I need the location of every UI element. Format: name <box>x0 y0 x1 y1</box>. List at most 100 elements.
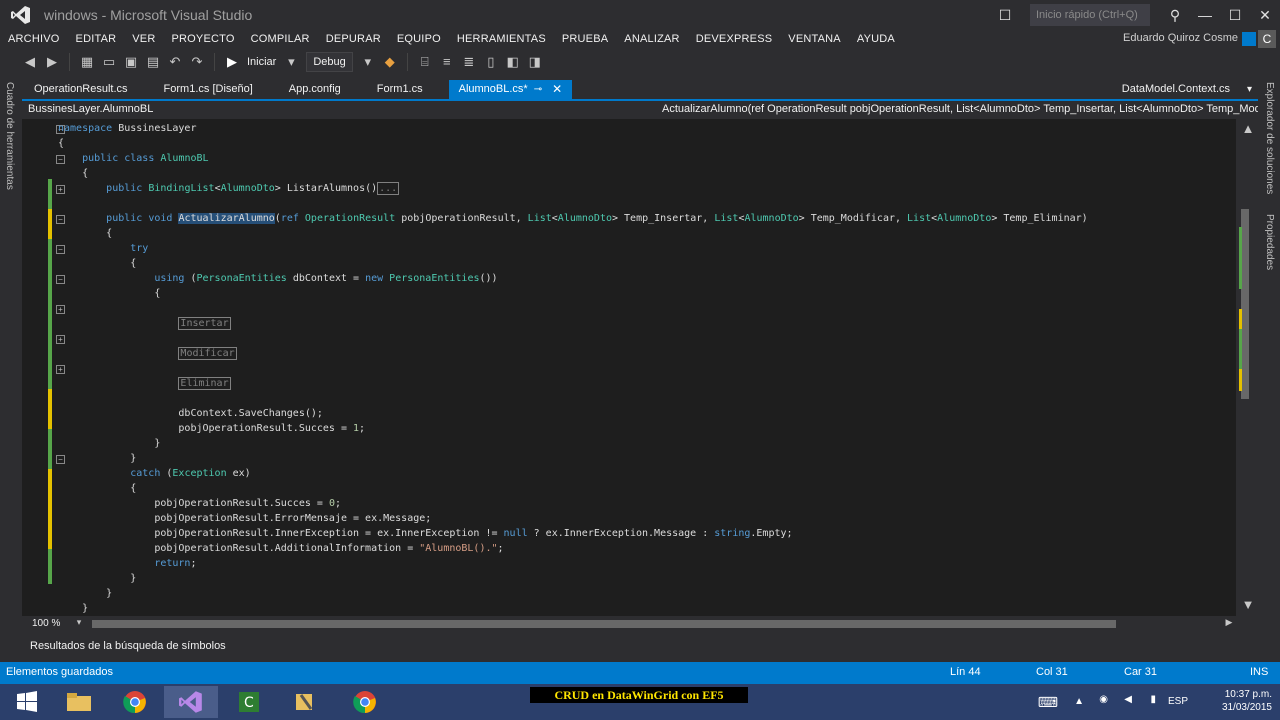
user-name[interactable]: Eduardo Quiroz Cosme <box>1123 32 1238 44</box>
start-button[interactable]: Iniciar <box>247 56 276 68</box>
title-bar: windows - Microsoft Visual Studio ☐ Inic… <box>0 0 1280 30</box>
change-map-marker <box>1239 309 1242 329</box>
save-icon[interactable]: ▣ <box>123 54 139 70</box>
tab-alumnobl-label: AlumnoBL.cs* <box>458 83 528 95</box>
tray-up-icon[interactable]: ▲ <box>1074 696 1084 707</box>
close-tab-icon[interactable]: ✕ <box>552 80 562 99</box>
new-project-icon[interactable]: ▦ <box>79 54 95 70</box>
tab-operationresult[interactable]: OperationResult.cs <box>24 80 138 99</box>
visual-studio-window: windows - Microsoft Visual Studio ☐ Inic… <box>0 0 1280 720</box>
menu-proyecto[interactable]: PROYECTO <box>163 33 242 45</box>
menu-herramientas[interactable]: HERRAMIENTAS <box>449 33 554 45</box>
redo-icon[interactable]: ↷ <box>189 54 205 70</box>
start-dropdown-icon[interactable]: ▾ <box>283 54 299 70</box>
horizontal-scroll-thumb[interactable] <box>92 620 1116 628</box>
user-badge[interactable] <box>1242 32 1256 46</box>
zoom-dropdown-icon[interactable]: ▾ <box>71 614 87 630</box>
tab-form1[interactable]: Form1.cs <box>367 80 433 99</box>
next-bookmark-icon[interactable]: ◨ <box>527 54 543 70</box>
code-text[interactable]: namespace BussinesLayer { public class A… <box>58 121 1088 616</box>
visual-studio-taskbar-icon[interactable] <box>164 686 218 718</box>
tab-datamodel-context[interactable]: DataModel.Context.cs <box>1122 80 1230 99</box>
config-dropdown-icon[interactable]: ▾ <box>360 54 376 70</box>
change-map-marker <box>1239 227 1242 239</box>
network-icon[interactable]: ◉ <box>1099 694 1108 705</box>
browser-link-icon[interactable]: ◆ <box>382 54 398 70</box>
code-editor[interactable]: − − + − − − + + + − namespace BussinesLa… <box>22 119 1236 616</box>
menu-editar[interactable]: EDITAR <box>68 33 125 45</box>
visual-studio-logo-icon <box>10 4 32 26</box>
panel-title[interactable]: Resultados de la búsqueda de símbolos <box>30 640 226 652</box>
class-dropdown[interactable]: BussinesLayer.AlumnoBL <box>28 103 153 115</box>
tab-form1-design[interactable]: Form1.cs [Diseño] <box>154 80 263 99</box>
camtasia-icon[interactable]: C <box>222 686 276 718</box>
tab-alumnobl[interactable]: AlumnoBL.cs* ⊸ ✕ <box>448 80 573 99</box>
quick-launch-input[interactable]: Inicio rápido (Ctrl+Q) <box>1030 4 1150 26</box>
minimize-icon[interactable]: — <box>1190 7 1220 23</box>
svg-text:C: C <box>244 695 254 711</box>
zoom-level[interactable]: 100 % <box>32 618 60 629</box>
feedback-icon[interactable]: ☐ <box>990 7 1020 24</box>
bookmark-icon[interactable]: ▯ <box>483 54 499 70</box>
clock[interactable]: 10:37 p.m. 31/03/2015 <box>1222 688 1272 714</box>
member-dropdown[interactable]: ActualizarAlumno(ref OperationResult pob… <box>662 103 1258 115</box>
scroll-thumb[interactable] <box>1241 209 1249 399</box>
status-message: Elementos guardados <box>6 666 114 678</box>
vertical-scrollbar[interactable]: ▲ ▼ <box>1236 119 1258 616</box>
battery-icon[interactable]: ▮ <box>1150 694 1156 705</box>
menu-analizar[interactable]: ANALIZAR <box>616 33 687 45</box>
change-marker <box>48 239 52 389</box>
menu-prueba[interactable]: PRUEBA <box>554 33 616 45</box>
status-insert-mode: INS <box>1250 666 1269 678</box>
editor-bottom-bar: 100 % ▾ ▶ <box>22 616 1258 632</box>
find-in-files-icon[interactable]: ⌸ <box>417 54 433 70</box>
language-indicator[interactable]: ESP <box>1168 696 1188 707</box>
close-icon[interactable]: ✕ <box>1250 7 1280 24</box>
prev-bookmark-icon[interactable]: ◧ <box>505 54 521 70</box>
windows-taskbar: C CRUD en DataWinGrid con EF5 ⌨ ▲ ◉ ◀ ▮ … <box>0 684 1280 720</box>
open-file-icon[interactable]: ▭ <box>101 54 117 70</box>
keyboard-icon[interactable]: ⌨ <box>1038 694 1058 711</box>
start-play-icon[interactable]: ▶ <box>224 54 240 70</box>
back-icon[interactable]: ◀ <box>22 54 38 70</box>
menu-ver[interactable]: VER <box>124 33 163 45</box>
tab-app-config[interactable]: App.config <box>279 80 351 99</box>
maximize-icon[interactable]: ☐ <box>1220 7 1250 24</box>
scroll-up-icon[interactable]: ▲ <box>1240 121 1256 137</box>
pin-icon[interactable]: ⊸ <box>534 80 542 99</box>
tools-app-icon[interactable] <box>278 686 332 718</box>
scroll-down-icon[interactable]: ▼ <box>1240 597 1256 613</box>
toolbar-separator <box>69 53 70 71</box>
file-explorer-icon[interactable] <box>52 686 106 718</box>
chrome-icon[interactable] <box>108 686 162 718</box>
search-icon[interactable]: ⚲ <box>1160 7 1190 24</box>
windows-start-icon[interactable] <box>0 686 54 718</box>
solution-explorer-tab[interactable]: Explorador de soluciones <box>1264 82 1275 194</box>
uncomment-icon[interactable]: ≣ <box>461 54 477 70</box>
toolbar-separator <box>406 53 408 71</box>
left-tool-rail: Cuadro de herramientas <box>0 76 22 636</box>
menu-devexpress[interactable]: DEVEXPRESS <box>688 33 781 45</box>
menu-equipo[interactable]: EQUIPO <box>389 33 449 45</box>
volume-icon[interactable]: ◀ <box>1124 694 1132 705</box>
properties-tab[interactable]: Propiedades <box>1264 214 1275 270</box>
menu-ventana[interactable]: VENTANA <box>780 33 849 45</box>
chrome-window-icon[interactable] <box>338 686 392 718</box>
forward-icon[interactable]: ▶ <box>44 54 60 70</box>
avatar[interactable]: C <box>1258 30 1276 48</box>
menu-compilar[interactable]: COMPILAR <box>243 33 318 45</box>
undo-icon[interactable]: ↶ <box>167 54 183 70</box>
menu-depurar[interactable]: DEPURAR <box>318 33 389 45</box>
solution-config-select[interactable]: Debug <box>306 52 353 72</box>
toolbar-separator <box>214 53 215 71</box>
change-marker <box>48 179 52 209</box>
menu-archivo[interactable]: ARCHIVO <box>0 33 68 45</box>
comment-icon[interactable]: ≡ <box>439 54 455 70</box>
tab-overflow-icon[interactable]: ▾ <box>1247 80 1252 99</box>
save-all-icon[interactable]: ▤ <box>145 54 161 70</box>
change-marker <box>48 209 52 239</box>
toolbox-tab[interactable]: Cuadro de herramientas <box>4 82 15 190</box>
menu-ayuda[interactable]: AYUDA <box>849 33 903 45</box>
status-bar: Elementos guardados Lín 44 Col 31 Car 31… <box>0 662 1280 684</box>
scroll-right-icon[interactable]: ▶ <box>1221 614 1237 630</box>
